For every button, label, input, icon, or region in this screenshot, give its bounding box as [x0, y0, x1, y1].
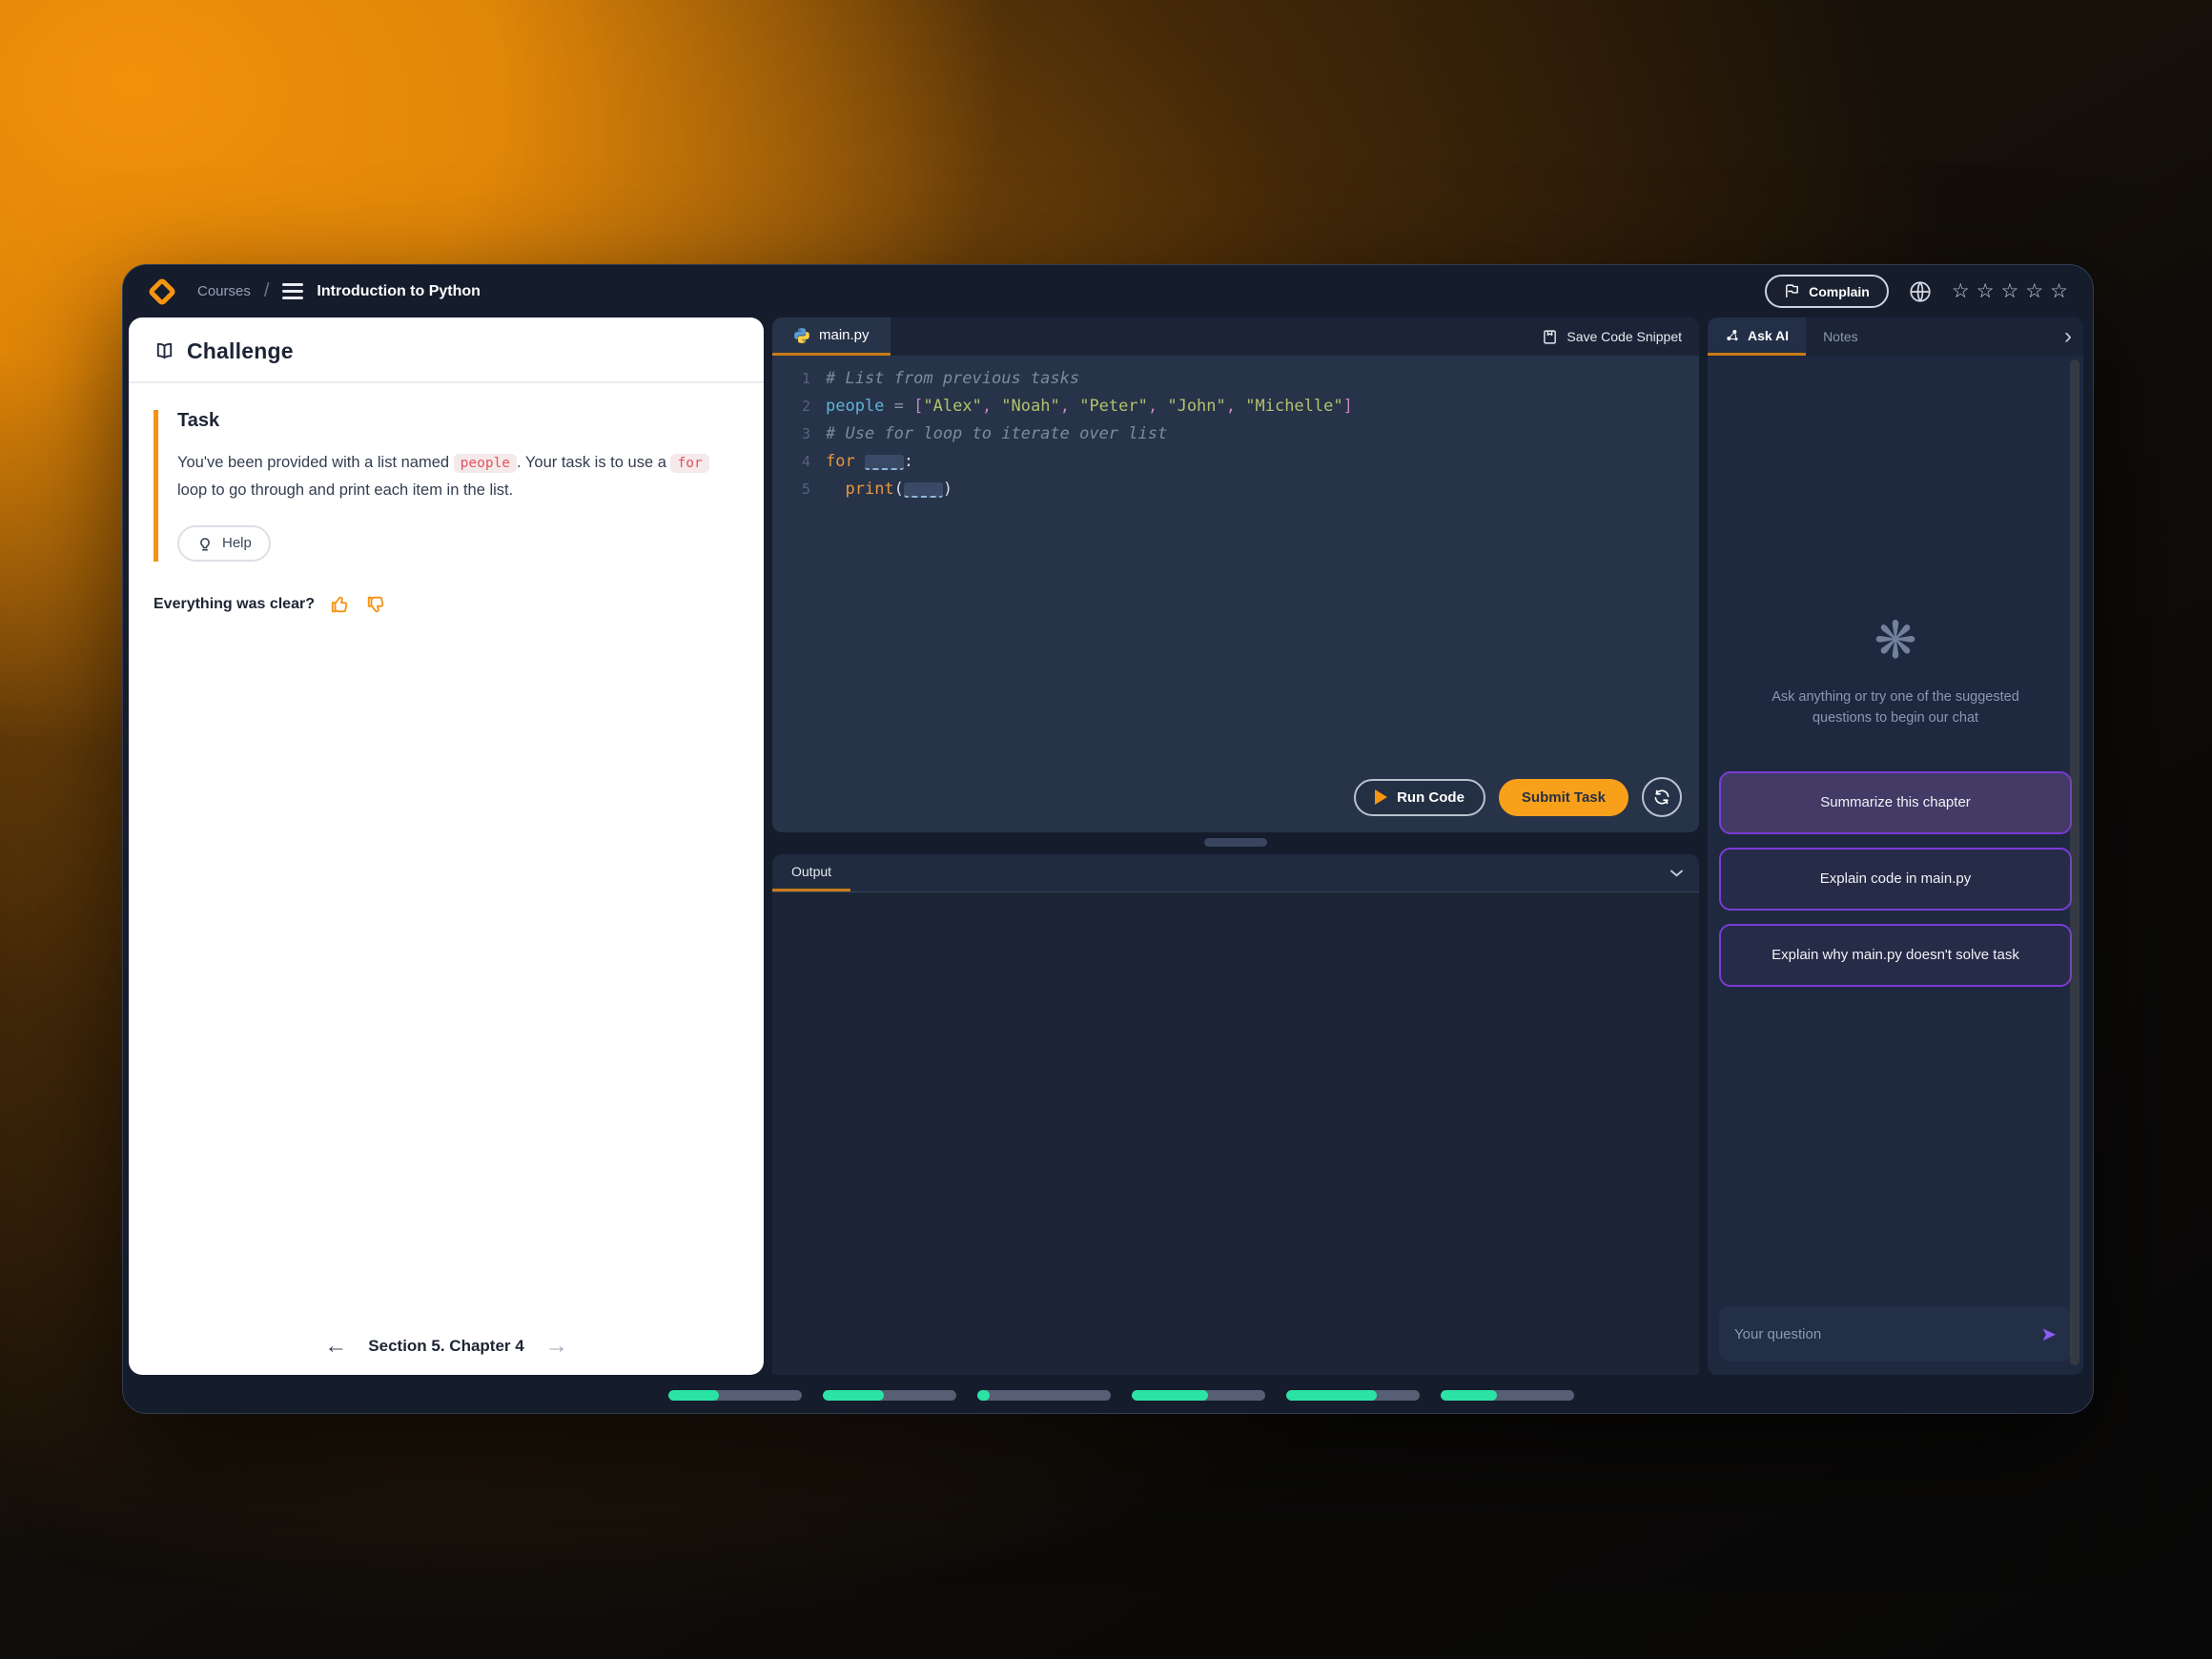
top-bar: Courses / Introduction to Python Complai…: [123, 265, 2093, 317]
code-editor: main.py Save Code Snippet 1# List from p…: [772, 317, 1699, 832]
ai-panel: Ask AI Notes › ❋ Ask anything or try one…: [1708, 317, 2083, 1375]
breadcrumb[interactable]: Courses: [197, 283, 251, 299]
tab-ask-ai[interactable]: Ask AI: [1708, 317, 1806, 356]
feedback-row: Everything was clear?: [154, 594, 739, 615]
submit-task-button[interactable]: Submit Task: [1499, 779, 1628, 816]
output-content: [772, 892, 1699, 1375]
chevron-down-icon: [1668, 864, 1686, 882]
complain-button[interactable]: Complain: [1765, 275, 1889, 308]
brand-logo-icon[interactable]: [148, 277, 176, 306]
suggested-questions: Summarize this chapter Explain code in m…: [1719, 771, 2072, 987]
task-block: Task You've been provided with a list na…: [154, 410, 739, 562]
prev-chapter-arrow-icon[interactable]: ←: [324, 1335, 347, 1358]
course-menu-icon[interactable]: [282, 283, 303, 299]
question-input[interactable]: [1734, 1326, 2040, 1342]
feedback-question: Everything was clear?: [154, 596, 315, 613]
section-navigation: ← Section 5. Chapter 4 →: [129, 1335, 764, 1358]
code-line[interactable]: 4for ____:: [772, 448, 1699, 476]
ai-hint-text: Ask anything or try one of the suggested…: [1708, 687, 2083, 729]
editor-actions: Run Code Submit Task: [1354, 777, 1682, 817]
help-button[interactable]: Help: [177, 525, 271, 562]
thumbs-down-icon[interactable]: [366, 594, 387, 615]
progress-segment: [1132, 1390, 1265, 1401]
next-chapter-arrow-icon[interactable]: →: [545, 1335, 568, 1358]
python-icon: [793, 327, 810, 344]
openai-logo-icon: ❋: [1874, 615, 1916, 666]
code-line[interactable]: 2people = ["Alex", "Noah", "Peter", "Joh…: [772, 393, 1699, 420]
task-panel-header: Challenge: [129, 317, 764, 383]
star-icon[interactable]: ☆: [1952, 281, 1970, 301]
task-description: You've been provided with a list named p…: [177, 449, 711, 504]
book-icon: [154, 340, 175, 362]
tab-output[interactable]: Output: [772, 854, 850, 891]
panel-divider: [772, 832, 1699, 854]
save-code-snippet-button[interactable]: Save Code Snippet: [1542, 329, 1682, 345]
progress-segment: [1286, 1390, 1420, 1401]
tab-notes[interactable]: Notes: [1806, 329, 1875, 344]
inline-code-for: for: [670, 454, 708, 473]
section-label: Section 5. Chapter 4: [368, 1337, 523, 1356]
star-icon[interactable]: ☆: [2025, 281, 2043, 301]
task-heading: Task: [177, 410, 739, 432]
progress-segment: [977, 1390, 1111, 1401]
save-icon: [1542, 329, 1558, 345]
editor-column: main.py Save Code Snippet 1# List from p…: [772, 317, 1699, 1375]
breadcrumb-separator: /: [264, 280, 270, 302]
task-panel: Challenge Task You've been provided with…: [129, 317, 764, 1375]
suggestion-summarize-button[interactable]: Summarize this chapter: [1719, 771, 2072, 834]
play-icon: [1375, 789, 1387, 805]
code-lines[interactable]: 1# List from previous tasks2people = ["A…: [772, 356, 1699, 832]
output-tab-bar: Output: [772, 854, 1699, 892]
run-code-button[interactable]: Run Code: [1354, 779, 1485, 816]
panel-title: Challenge: [187, 338, 294, 364]
resize-handle[interactable]: [1204, 838, 1267, 847]
progress-segment: [1441, 1390, 1574, 1401]
inline-code-people: people: [454, 454, 517, 473]
suggestion-explain-code-button[interactable]: Explain code in main.py: [1719, 848, 2072, 911]
thumbs-up-icon[interactable]: [330, 594, 351, 615]
chevron-right-icon[interactable]: ›: [2064, 325, 2072, 348]
suggestion-explain-why-button[interactable]: Explain why main.py doesn't solve task: [1719, 924, 2072, 987]
output-panel: Output: [772, 854, 1699, 1375]
rating-stars: ☆ ☆ ☆ ☆ ☆: [1952, 281, 2068, 301]
star-icon[interactable]: ☆: [2001, 281, 2019, 301]
star-icon[interactable]: ☆: [1976, 281, 1995, 301]
collapse-output-button[interactable]: [1668, 864, 1686, 882]
progress-segment: [823, 1390, 956, 1401]
send-icon[interactable]: ➤: [2040, 1322, 2057, 1346]
chapter-progress-strip: [668, 1390, 1574, 1401]
lightbulb-icon: [196, 535, 214, 552]
ai-sparkle-icon: [1725, 328, 1740, 343]
ai-empty-state: ❋ Ask anything or try one of the suggest…: [1708, 615, 2083, 729]
ai-scrollbar[interactable]: [2070, 359, 2079, 1365]
tab-main-py[interactable]: main.py: [772, 317, 891, 356]
star-icon[interactable]: ☆: [2050, 281, 2068, 301]
complain-flag-icon: [1784, 283, 1800, 299]
ai-tab-bar: Ask AI Notes ›: [1708, 317, 2083, 356]
progress-segment: [668, 1390, 802, 1401]
course-title: Introduction to Python: [317, 283, 481, 300]
code-line[interactable]: 3# Use for loop to iterate over list: [772, 420, 1699, 448]
code-line[interactable]: 1# List from previous tasks: [772, 365, 1699, 393]
reset-code-button[interactable]: [1642, 777, 1682, 817]
editor-tab-bar: main.py Save Code Snippet: [772, 317, 1699, 356]
refresh-icon: [1652, 788, 1671, 807]
question-input-wrap: ➤: [1719, 1306, 2072, 1362]
app-window: Courses / Introduction to Python Complai…: [122, 264, 2094, 1414]
language-globe-icon[interactable]: [1908, 279, 1933, 304]
code-line[interactable]: 5 print(____): [772, 476, 1699, 503]
